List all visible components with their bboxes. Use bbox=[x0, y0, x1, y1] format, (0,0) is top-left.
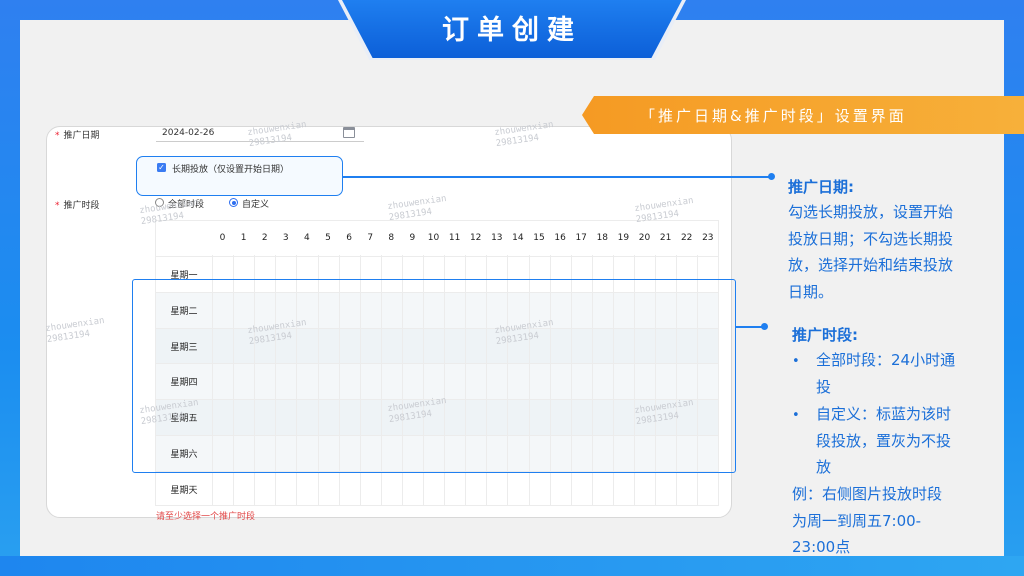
hour-header[interactable]: 8 bbox=[381, 233, 402, 243]
side-example-line: 例：右侧图片投放时段 bbox=[792, 485, 943, 503]
calendar-icon[interactable] bbox=[343, 127, 355, 138]
hour-header[interactable]: 6 bbox=[339, 233, 360, 243]
side-date-desc: 勾选长期投放，设置开始 投放日期；不勾选长期投 放，选择开始和结束投放 日期。 bbox=[788, 199, 953, 305]
side-bullet2-line: 自定义：标蓝为该时 bbox=[816, 405, 952, 423]
error-hint: 请至少选择一个推广时段 bbox=[156, 512, 256, 522]
long-term-checkbox[interactable]: ✓ bbox=[157, 163, 166, 172]
radio-custom[interactable] bbox=[229, 198, 238, 207]
hour-header[interactable]: 18 bbox=[592, 233, 613, 243]
period-label-text: 推广时段 bbox=[63, 201, 100, 211]
side-example-line: 为周一到周五7:00- bbox=[792, 511, 922, 530]
hour-header[interactable]: 19 bbox=[613, 233, 634, 243]
period-connector-dot bbox=[761, 323, 768, 330]
hour-header[interactable]: 15 bbox=[529, 233, 550, 243]
selection-highlight bbox=[132, 279, 736, 473]
hour-header[interactable]: 14 bbox=[507, 233, 528, 243]
radio-custom-label: 自定义 bbox=[242, 200, 270, 210]
hour-header[interactable]: 10 bbox=[423, 233, 444, 243]
hour-header[interactable]: 2 bbox=[254, 233, 275, 243]
hour-header[interactable]: 3 bbox=[275, 233, 296, 243]
side-example: 例：右侧图片投放时段 为周一到周五7:00- 23:00点 bbox=[792, 481, 942, 561]
section-banner-text: 「推广日期&推广时段」设置界面 bbox=[640, 107, 907, 125]
day-row-label[interactable]: 星期天 bbox=[160, 483, 208, 496]
side-date-line: 勾选长期投放，设置开始 bbox=[788, 203, 954, 221]
date-label: * 推广日期 bbox=[55, 128, 100, 141]
page-title: 订单创建 bbox=[442, 15, 582, 46]
required-star: * bbox=[55, 201, 60, 211]
hour-header[interactable]: 17 bbox=[571, 233, 592, 243]
hour-header[interactable]: 20 bbox=[634, 233, 655, 243]
hour-header[interactable]: 9 bbox=[402, 233, 423, 243]
hour-header[interactable]: 4 bbox=[296, 233, 317, 243]
period-connector-line bbox=[736, 326, 764, 328]
side-bullet1-line: 全部时段：24小时通 bbox=[816, 351, 956, 369]
hour-header[interactable]: 12 bbox=[465, 233, 486, 243]
hour-header[interactable]: 22 bbox=[676, 233, 697, 243]
hour-header[interactable]: 21 bbox=[655, 233, 676, 243]
date-label-text: 推广日期 bbox=[63, 131, 100, 141]
hour-header[interactable]: 1 bbox=[233, 233, 254, 243]
side-period-title: 推广时段: bbox=[792, 326, 858, 344]
side-date-line: 日期。 bbox=[788, 282, 834, 301]
hour-header[interactable]: 0 bbox=[212, 233, 233, 243]
bottom-bar bbox=[0, 556, 1024, 576]
date-connector-line bbox=[343, 176, 771, 178]
side-date-line: 投放日期；不勾选长期投 bbox=[788, 229, 954, 248]
period-label: * 推广时段 bbox=[55, 198, 100, 211]
side-date-line: 放，选择开始和结束投放 bbox=[788, 256, 954, 274]
hour-header[interactable]: 16 bbox=[550, 233, 571, 243]
side-bullet1: 全部时段：24小时通 投 bbox=[816, 347, 955, 400]
required-star: * bbox=[55, 131, 60, 141]
date-connector-dot bbox=[768, 173, 775, 180]
hour-header[interactable]: 13 bbox=[486, 233, 507, 243]
hour-header[interactable]: 11 bbox=[444, 233, 465, 243]
hour-header[interactable]: 5 bbox=[318, 233, 339, 243]
bullet-dot: • bbox=[792, 408, 800, 423]
side-date-title: 推广日期: bbox=[788, 178, 854, 196]
date-input[interactable]: 2024-02-26 bbox=[162, 128, 214, 138]
side-bullet2: 自定义：标蓝为该时 段投放，置灰为不投 放 bbox=[816, 401, 951, 481]
side-bullet1-line: 投 bbox=[816, 377, 832, 396]
hour-header[interactable]: 7 bbox=[360, 233, 381, 243]
side-bullet2-line: 放 bbox=[816, 458, 832, 476]
long-term-checkbox-label: 长期投放（仅设置开始日期） bbox=[172, 165, 290, 175]
hour-header[interactable]: 23 bbox=[697, 233, 718, 243]
side-bullet2-line: 段投放，置灰为不投 bbox=[816, 431, 952, 450]
bullet-dot: • bbox=[792, 354, 800, 369]
